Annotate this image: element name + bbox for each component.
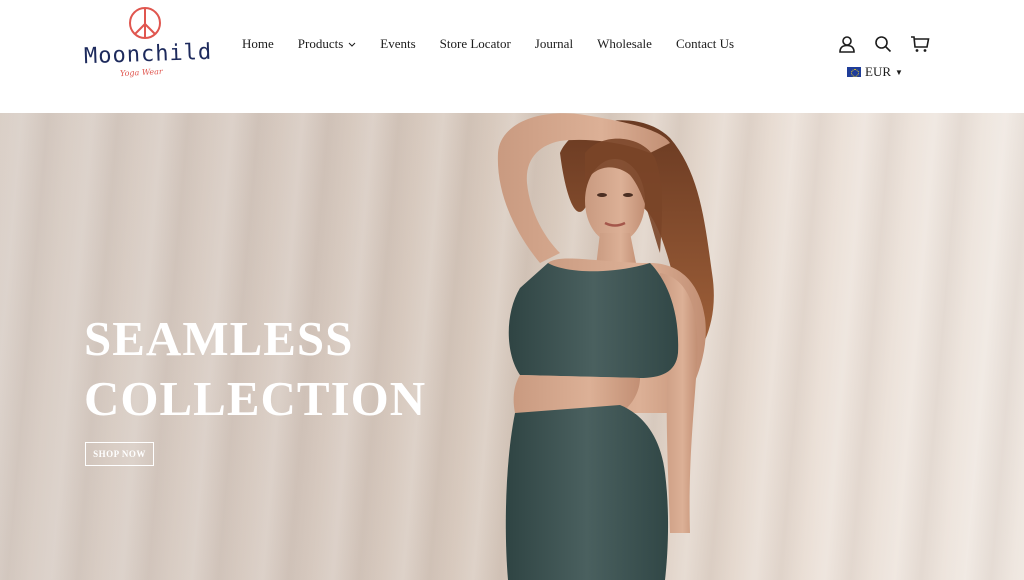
chevron-down-icon [348,42,356,47]
caret-down-icon: ▼ [895,67,903,77]
header-icons [836,35,932,55]
hero-title-line2: COLLECTION [84,371,427,426]
site-header: Moonchild Yoga Wear Home Products Events… [0,0,1024,113]
nav-item-products[interactable]: Products [298,36,357,52]
nav-item-label: Home [242,36,274,51]
cart-icon[interactable] [910,35,930,53]
nav-item-label: Wholesale [597,36,652,51]
nav-item-label: Contact Us [675,36,735,51]
shop-now-button[interactable]: SHOP NOW [85,442,154,466]
nav-item-label: Store Locator [439,36,511,51]
search-icon[interactable] [874,35,892,53]
nav-item-store-locator[interactable]: Store Locator [440,36,511,52]
main-nav: Home Products Events Store Locator Journ… [242,36,758,52]
nav-item-journal[interactable]: Journal [535,36,573,52]
brand-logo[interactable]: Moonchild Yoga Wear [82,4,218,84]
nav-item-contact-us[interactable]: Contact Us [676,36,734,52]
eu-flag-icon [847,67,861,77]
nav-item-label: Products [297,36,344,51]
nav-item-wholesale[interactable]: Wholesale [597,36,652,52]
nav-item-home[interactable]: Home [242,36,274,52]
nav-item-events[interactable]: Events [380,36,415,52]
brand-name: Moonchild [83,39,213,70]
currency-code: EUR [865,64,891,79]
hero-banner: SEAMLESS COLLECTION SHOP NOW [0,113,1024,580]
nav-item-label: Events [380,36,416,51]
account-icon[interactable] [838,35,856,53]
nav-item-label: Journal [534,36,574,51]
hero-title: SEAMLESS COLLECTION [84,309,426,429]
currency-selector[interactable]: EUR ▼ [847,64,903,80]
hero-title-line1: SEAMLESS [84,311,354,366]
